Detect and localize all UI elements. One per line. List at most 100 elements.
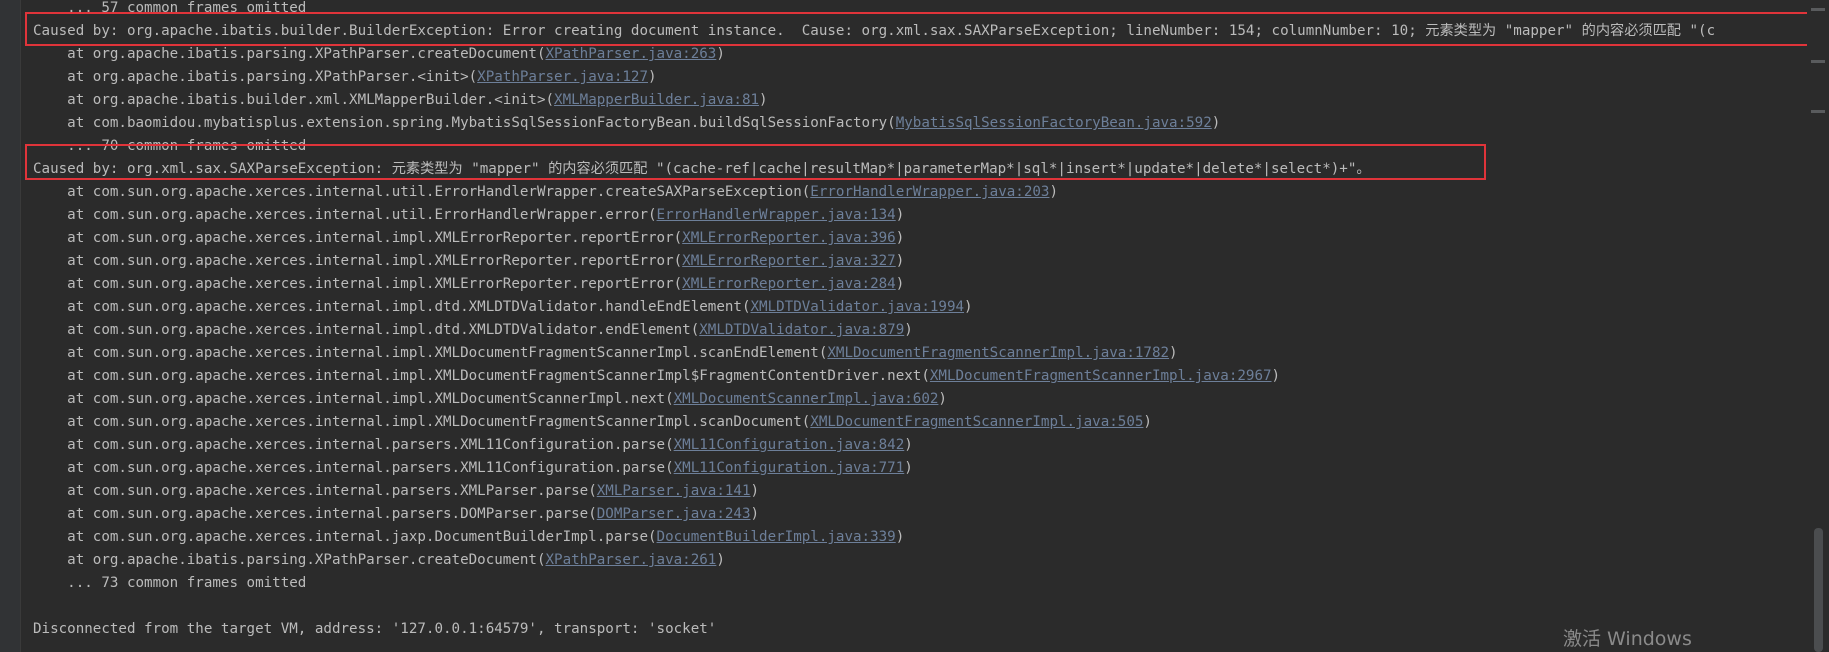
source-file-link[interactable]: MybatisSqlSessionFactoryBean.java:592 — [896, 115, 1212, 131]
console-line: at org.apache.ibatis.parsing.XPathParser… — [33, 66, 1799, 89]
scrollbar-thumb[interactable] — [1814, 528, 1823, 652]
console-line-text: at com.sun.org.apache.xerces.internal.ja… — [33, 529, 657, 545]
source-file-link[interactable]: XMLDocumentScannerImpl.java:602 — [674, 391, 939, 407]
console-line-text: Caused by: org.xml.sax.SAXParseException… — [33, 161, 1371, 177]
windows-activation-watermark: 激活 Windows — [1563, 628, 1692, 650]
console-line-text: at com.sun.org.apache.xerces.internal.im… — [33, 253, 683, 269]
console-line-suffix: ) — [904, 460, 913, 476]
console-line-suffix: ) — [1169, 345, 1178, 361]
console-line: at com.sun.org.apache.xerces.internal.im… — [33, 273, 1799, 296]
console-line: at com.sun.org.apache.xerces.internal.pa… — [33, 457, 1799, 480]
console-line-text: at org.apache.ibatis.builder.xml.XMLMapp… — [33, 92, 555, 108]
console-line: at org.apache.ibatis.parsing.XPathParser… — [33, 43, 1799, 66]
console-line-suffix: ) — [1211, 115, 1221, 131]
scroll-marker — [1811, 8, 1825, 11]
console-line-text: at com.sun.org.apache.xerces.internal.im… — [33, 230, 683, 246]
source-file-link[interactable]: XMLMapperBuilder.java:81 — [554, 92, 759, 108]
console-line-text: ... 57 common frames omitted — [33, 0, 307, 16]
source-file-link[interactable]: XPathParser.java:127 — [477, 69, 648, 85]
scroll-marker — [1811, 60, 1825, 63]
source-file-link[interactable]: XMLDocumentFragmentScannerImpl.java:505 — [810, 414, 1143, 430]
console-line-text: at com.sun.org.apache.xerces.internal.pa… — [33, 506, 597, 522]
console-line-text: at com.sun.org.apache.xerces.internal.im… — [33, 322, 700, 338]
console-line-text: at com.sun.org.apache.xerces.internal.im… — [33, 391, 674, 407]
console-line-suffix: ) — [964, 299, 973, 315]
console-line-suffix: ) — [716, 552, 725, 568]
console-line-suffix: ) — [1271, 368, 1281, 384]
console-line-text: at com.sun.org.apache.xerces.internal.im… — [33, 345, 828, 361]
source-file-link[interactable]: XPathParser.java:263 — [546, 46, 717, 62]
source-file-link[interactable]: ErrorHandlerWrapper.java:134 — [657, 207, 896, 223]
console-gutter — [0, 0, 21, 652]
console-line-suffix: ) — [1143, 414, 1152, 430]
console-line-text: at com.sun.org.apache.xerces.internal.im… — [33, 414, 811, 430]
console-line: Caused by: org.xml.sax.SAXParseException… — [33, 158, 1799, 181]
source-file-link[interactable]: XMLParser.java:141 — [597, 483, 751, 499]
console-line: at com.sun.org.apache.xerces.internal.im… — [33, 342, 1799, 365]
console-line: at com.sun.org.apache.xerces.internal.im… — [33, 250, 1799, 273]
console-line: at com.sun.org.apache.xerces.internal.im… — [33, 319, 1799, 342]
console-line: at com.sun.org.apache.xerces.internal.pa… — [33, 434, 1799, 457]
console-line-text: at com.sun.org.apache.xerces.internal.im… — [33, 299, 751, 315]
source-file-link[interactable]: XMLErrorReporter.java:327 — [682, 253, 896, 269]
console-line-text: at com.sun.org.apache.xerces.internal.ut… — [33, 184, 811, 200]
console-line-suffix: ) — [904, 322, 913, 338]
console-line: at com.sun.org.apache.xerces.internal.pa… — [33, 503, 1799, 526]
console-line-text: at com.sun.org.apache.xerces.internal.pa… — [33, 437, 674, 453]
console-line-suffix: ) — [759, 92, 768, 108]
source-file-link[interactable]: XPathParser.java:261 — [546, 552, 717, 568]
console-line: Caused by: org.apache.ibatis.builder.Bui… — [33, 20, 1799, 43]
source-file-link[interactable]: XMLDTDValidator.java:879 — [699, 322, 904, 338]
console-line-suffix: ) — [1049, 184, 1059, 200]
console-line-text: Caused by: org.apache.ibatis.builder.Bui… — [33, 23, 1716, 39]
console-line-text: Disconnected from the target VM, address… — [33, 621, 717, 637]
console-line: at org.apache.ibatis.builder.xml.XMLMapp… — [33, 89, 1799, 112]
source-file-link[interactable]: XMLErrorReporter.java:396 — [682, 230, 896, 246]
console-line-suffix: ) — [895, 276, 905, 292]
console-line-suffix: ) — [895, 253, 905, 269]
console-output[interactable]: ... 57 common frames omitted Caused by: o… — [33, 0, 1799, 641]
source-file-link[interactable]: XML11Configuration.java:771 — [674, 460, 905, 476]
console-line-text: at com.sun.org.apache.xerces.internal.ut… — [33, 207, 657, 223]
console-line: at com.sun.org.apache.xerces.internal.ut… — [33, 181, 1799, 204]
console-line-suffix: ) — [750, 506, 760, 522]
console-line-text: at org.apache.ibatis.parsing.XPathParser… — [33, 69, 478, 85]
source-file-link[interactable]: XMLDocumentFragmentScannerImpl.java:2967 — [930, 368, 1272, 384]
console-line-text: at com.sun.org.apache.xerces.internal.pa… — [33, 460, 674, 476]
console-line: at com.sun.org.apache.xerces.internal.ja… — [33, 526, 1799, 549]
console-line-suffix: ) — [716, 46, 725, 62]
console-line: at com.baomidou.mybatisplus.extension.sp… — [33, 112, 1799, 135]
vertical-scrollbar[interactable] — [1807, 0, 1829, 652]
console-line: at com.sun.org.apache.xerces.internal.pa… — [33, 480, 1799, 503]
console-line: at com.sun.org.apache.xerces.internal.im… — [33, 227, 1799, 250]
console-line-text: at com.sun.org.apache.xerces.internal.im… — [33, 276, 683, 292]
source-file-link[interactable]: ErrorHandlerWrapper.java:203 — [810, 184, 1049, 200]
console-line: at com.sun.org.apache.xerces.internal.im… — [33, 296, 1799, 319]
console-line: at org.apache.ibatis.parsing.XPathParser… — [33, 549, 1799, 572]
console-line-suffix: ) — [904, 437, 913, 453]
source-file-link[interactable]: XMLDocumentFragmentScannerImpl.java:1782 — [827, 345, 1169, 361]
console-line: Disconnected from the target VM, address… — [33, 618, 1799, 641]
console-line-text: at org.apache.ibatis.parsing.XPathParser… — [33, 552, 546, 568]
console-line: ... 57 common frames omitted — [33, 0, 1799, 20]
console-line-suffix: ) — [895, 230, 905, 246]
console-line-text: at org.apache.ibatis.parsing.XPathParser… — [33, 46, 546, 62]
scroll-marker — [1811, 110, 1825, 113]
console-line-suffix: ) — [895, 207, 905, 223]
console-line-text: at com.baomidou.mybatisplus.extension.sp… — [33, 115, 896, 131]
source-file-link[interactable]: XMLErrorReporter.java:284 — [682, 276, 896, 292]
source-file-link[interactable]: DocumentBuilderImpl.java:339 — [657, 529, 896, 545]
console-line-suffix: ) — [895, 529, 905, 545]
console-line: at com.sun.org.apache.xerces.internal.im… — [33, 411, 1799, 434]
source-file-link[interactable]: DOMParser.java:243 — [597, 506, 751, 522]
console-line-text: at com.sun.org.apache.xerces.internal.im… — [33, 368, 930, 384]
console-line-suffix: ) — [648, 69, 657, 85]
console-line-suffix: ) — [750, 483, 760, 499]
source-file-link[interactable]: XMLDTDValidator.java:1994 — [751, 299, 965, 315]
console-line-text: at com.sun.org.apache.xerces.internal.pa… — [33, 483, 597, 499]
console-line: at com.sun.org.apache.xerces.internal.im… — [33, 388, 1799, 411]
source-file-link[interactable]: XML11Configuration.java:842 — [674, 437, 905, 453]
console-line-text: ... 70 common frames omitted — [33, 138, 307, 154]
console-line-suffix: ) — [938, 391, 947, 407]
